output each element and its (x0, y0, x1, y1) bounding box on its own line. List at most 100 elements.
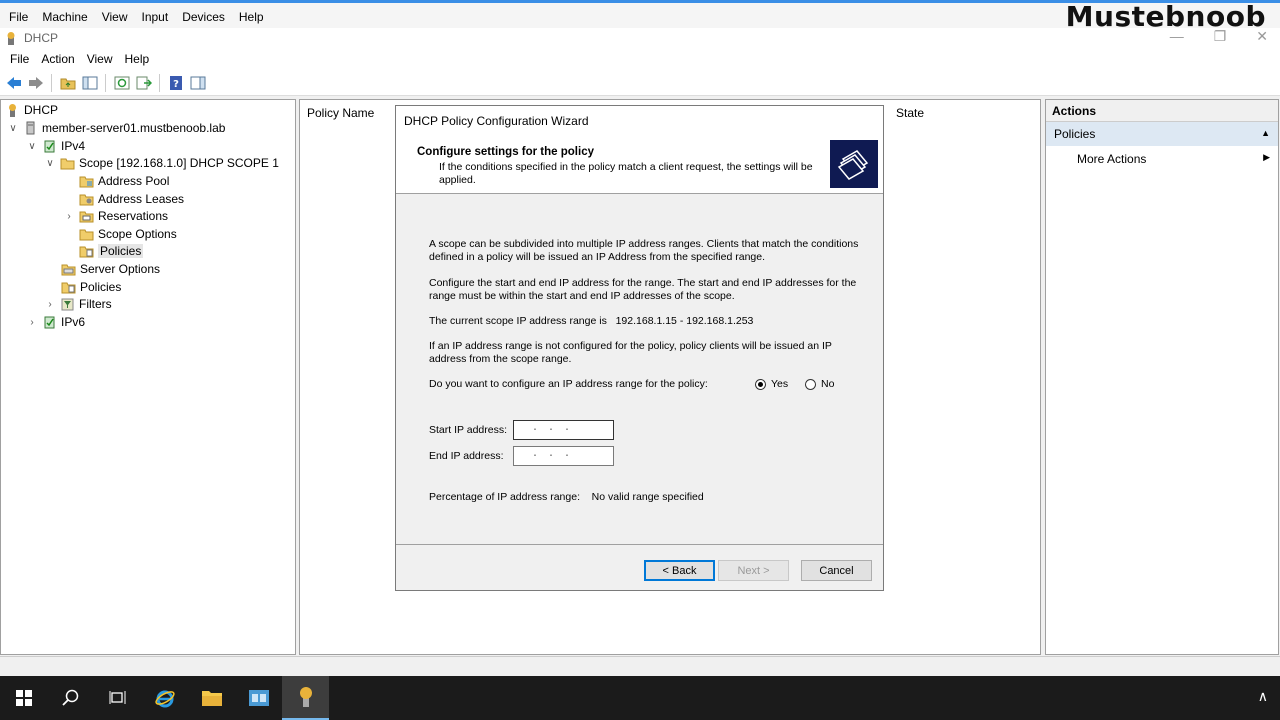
show-hide-tree-icon[interactable] (80, 73, 99, 92)
file-explorer-icon[interactable] (188, 676, 235, 720)
wizard-documents-icon (830, 140, 878, 188)
wizard-paragraph-4: If an IP address range is not configured… (429, 340, 832, 365)
up-folder-icon[interactable] (58, 73, 77, 92)
tree-node-dhcp[interactable]: DHCP (5, 101, 58, 119)
server-manager-icon[interactable] (235, 676, 282, 720)
vm-menu-input[interactable]: Input (135, 6, 176, 28)
policies-icon (79, 246, 94, 258)
dhcp-taskbar-icon[interactable] (282, 676, 329, 720)
window-title: DHCP (24, 31, 59, 45)
start-ip-input[interactable]: . . . (513, 420, 614, 440)
radio-no[interactable]: No (805, 378, 834, 390)
scope-range-label: The current scope IP address range is (429, 315, 607, 327)
mmc-menubar: File Action View Help (0, 48, 1280, 70)
show-action-pane-icon[interactable] (188, 73, 207, 92)
radio-yes-circle[interactable] (755, 378, 766, 390)
tray-chevron-icon[interactable]: ∧ (1258, 688, 1268, 705)
tree-label: Scope [192.168.1.0] DHCP SCOPE 1 (79, 156, 279, 170)
start-windows-icon[interactable] (0, 676, 47, 720)
filter-icon (61, 298, 74, 311)
column-header-state[interactable]: State (896, 106, 924, 120)
tree-label: Address Pool (98, 174, 170, 188)
forward-arrow-icon[interactable] (26, 73, 45, 92)
actions-section-policies[interactable]: Policies ▲ (1046, 122, 1278, 146)
end-ip-label: End IP address: (429, 450, 504, 462)
console-tree: DHCP ∨ member-server01.mustbenoob.lab ∨ … (0, 99, 296, 655)
radio-no-label: No (821, 378, 835, 390)
tree-label: Reservations (98, 209, 169, 223)
cancel-button[interactable]: Cancel (801, 560, 872, 581)
tree-node-reservations[interactable]: › Reservations (63, 207, 168, 225)
tree-node-address-pool[interactable]: Address Pool (79, 172, 169, 190)
menu-file[interactable]: File (4, 52, 35, 66)
policy-wizard-dialog: DHCP Policy Configuration Wizard Configu… (395, 105, 884, 591)
end-ip-input[interactable]: . . . (513, 446, 614, 466)
menu-help[interactable]: Help (119, 52, 156, 66)
more-actions-label: More Actions (1077, 152, 1147, 166)
back-button[interactable]: < Back (644, 560, 715, 581)
tree-node-scope-options[interactable]: Scope Options (79, 225, 177, 243)
tree-node-policies-scope[interactable]: Policies (79, 242, 144, 260)
expand-chevron-icon[interactable]: › (26, 317, 38, 328)
internet-explorer-icon[interactable] (141, 676, 188, 720)
tree-node-address-leases[interactable]: Address Leases (79, 190, 184, 208)
wizard-header-subtitle: If the conditions specified in the polic… (439, 161, 813, 186)
refresh-icon[interactable] (112, 73, 131, 92)
radio-yes[interactable]: Yes (755, 378, 788, 390)
ipv4-icon (44, 140, 55, 153)
toolbar: ? (0, 70, 1280, 96)
vm-menu-machine[interactable]: Machine (35, 6, 94, 28)
toolbar-separator (105, 73, 106, 92)
more-actions-item[interactable]: More Actions ▶ (1046, 146, 1278, 170)
tree-label: Policies (80, 280, 122, 294)
task-view-icon[interactable] (94, 676, 141, 720)
tree-node-server-options[interactable]: Server Options (61, 260, 160, 278)
window-titlebar: DHCP — ❐ ✕ (0, 28, 1280, 48)
tree-label: member-server01.mustbenoob.lab (42, 121, 226, 135)
collapse-chevron-icon[interactable]: ∨ (44, 158, 56, 169)
taskbar: ∧ (0, 676, 1280, 720)
tree-node-ipv6[interactable]: › IPv6 (26, 313, 85, 331)
collapse-triangle-icon[interactable]: ▲ (1261, 128, 1270, 138)
tree-label: DHCP (24, 103, 59, 117)
search-icon[interactable] (47, 676, 94, 720)
menu-action[interactable]: Action (35, 52, 80, 66)
next-button[interactable]: Next > (718, 560, 789, 581)
dhcp-icon (9, 104, 16, 117)
column-header-policy-name[interactable]: Policy Name (307, 106, 374, 120)
help-icon[interactable]: ? (166, 73, 185, 92)
vm-menu-help[interactable]: Help (232, 6, 271, 28)
menu-view[interactable]: View (81, 52, 119, 66)
collapse-chevron-icon[interactable]: ∨ (26, 141, 38, 152)
tree-node-scope[interactable]: ∨ Scope [192.168.1.0] DHCP SCOPE 1 (44, 154, 279, 172)
expand-chevron-icon[interactable]: › (63, 211, 75, 222)
address-leases-icon (79, 194, 94, 206)
close-icon[interactable]: ✕ (1256, 28, 1268, 45)
vm-menu-devices[interactable]: Devices (175, 6, 232, 28)
vm-menu-view[interactable]: View (95, 6, 135, 28)
tree-label: Server Options (80, 262, 161, 276)
status-bar (0, 656, 1280, 676)
tree-node-server[interactable]: ∨ member-server01.mustbenoob.lab (7, 119, 225, 137)
percentage-value: No valid range specified (591, 491, 704, 503)
tree-node-filters[interactable]: › Filters (44, 295, 111, 313)
vm-menu-file[interactable]: File (2, 6, 35, 28)
range-question: Do you want to configure an IP address r… (429, 378, 708, 390)
server-options-icon (61, 264, 76, 276)
toolbar-separator (51, 73, 52, 92)
restore-icon[interactable]: ❐ (1214, 28, 1227, 45)
export-list-icon[interactable] (134, 73, 153, 92)
collapse-chevron-icon[interactable]: ∨ (7, 123, 19, 134)
wizard-paragraph-2: Configure the start and end IP address f… (429, 277, 857, 302)
expand-chevron-icon[interactable]: › (44, 299, 56, 310)
vm-menubar: File Machine View Input Devices Help Mus… (0, 0, 1280, 33)
actions-pane: Actions Policies ▲ More Actions ▶ (1045, 99, 1279, 655)
radio-no-circle[interactable] (805, 378, 816, 390)
back-arrow-icon[interactable] (4, 73, 23, 92)
tree-node-ipv4[interactable]: ∨ IPv4 (26, 137, 85, 155)
tree-node-policies-server[interactable]: Policies (61, 278, 121, 296)
minimize-icon[interactable]: — (1170, 28, 1184, 45)
radio-selected-dot (758, 381, 763, 387)
dhcp-app-icon (7, 32, 15, 45)
svg-text:?: ? (173, 79, 179, 90)
